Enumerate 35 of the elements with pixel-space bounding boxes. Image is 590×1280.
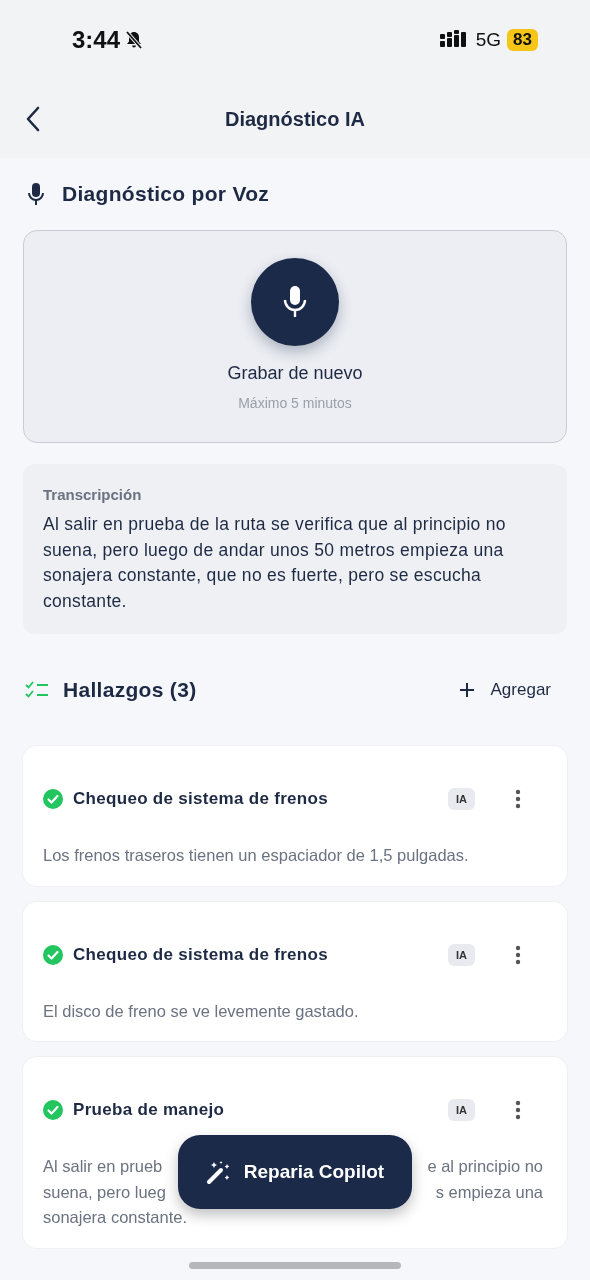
record-hint: Máximo 5 minutos xyxy=(238,395,352,411)
finding-description: Los frenos traseros tienen un espaciador de 1,5 pulgadas. xyxy=(43,845,469,866)
battery-indicator: 83 xyxy=(507,29,538,51)
ai-badge: IA xyxy=(448,788,475,810)
plus-icon xyxy=(458,682,475,698)
section-title: Diagnóstico por Voz xyxy=(62,182,270,206)
finding-title: Chequeo de sistema de frenos xyxy=(73,944,329,965)
finding-description: s empieza una xyxy=(435,1181,543,1203)
finding-description: Al salir en prueb xyxy=(43,1156,163,1177)
clock: 3:44 xyxy=(72,26,121,54)
finding-title: Chequeo de sistema de frenos xyxy=(73,789,329,809)
microphone-icon xyxy=(27,182,45,206)
transcription-text: Al salir en prueba de la ruta se verifica que al principio no suena, pero luego de andar unos 50 metros empieza una sonajera constante, que no es fuerte, pero se escucha constante. xyxy=(43,513,507,613)
finding-description: El disco de freno se ve levemente gastado. xyxy=(43,1000,359,1022)
more-icon xyxy=(515,789,521,809)
ai-badge: IA xyxy=(448,1099,475,1121)
record-button[interactable] xyxy=(251,258,339,346)
bell-muted-icon xyxy=(124,30,145,50)
ai-badge: IA xyxy=(448,943,475,966)
page-title: Diagnóstico IA xyxy=(225,107,365,131)
magic-wand-icon xyxy=(205,1159,232,1185)
checklist-icon xyxy=(25,681,49,699)
microphone-icon xyxy=(283,285,307,319)
record-label: Grabar de nuevo xyxy=(227,363,363,384)
finding-title: Prueba de manejo xyxy=(73,1100,226,1120)
network-label: 5G xyxy=(475,29,502,51)
copilot-button[interactable]: Reparia Copilot xyxy=(178,1135,412,1209)
more-icon xyxy=(515,944,521,965)
more-icon xyxy=(515,1100,521,1120)
transcription-label: Transcripción xyxy=(43,486,142,503)
finding-description: sonajera constante. xyxy=(43,1207,187,1228)
finding-description: suena, pero lueg xyxy=(43,1181,166,1203)
finding-description: e al principio no xyxy=(427,1156,543,1177)
section-title: Hallazgos (3) xyxy=(63,678,197,702)
add-button[interactable]: Agregar xyxy=(452,679,557,701)
